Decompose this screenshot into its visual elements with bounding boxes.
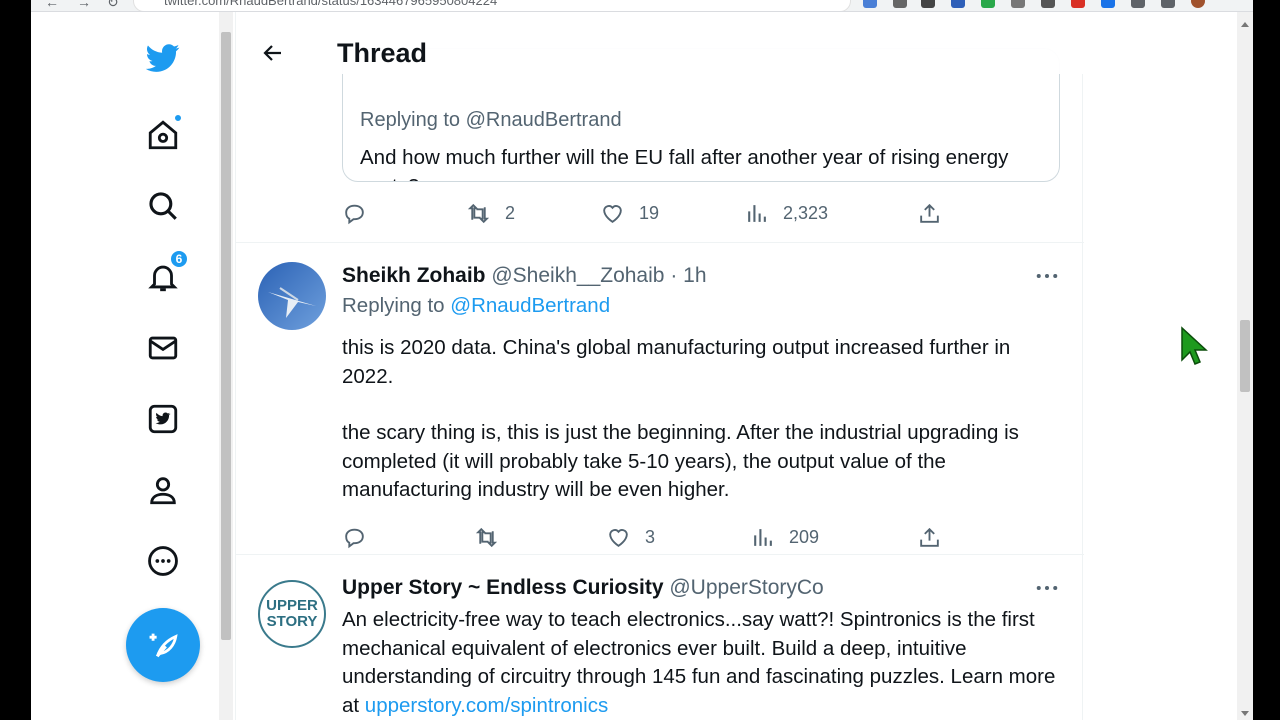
tweet-actions: 3 209 [342, 522, 1062, 552]
more-circle-icon[interactable] [143, 541, 183, 581]
like-count: 19 [639, 202, 660, 223]
replying-to-label: Replying to [342, 294, 451, 317]
scroll-up-icon[interactable] [1241, 22, 1249, 27]
sidebar: 6 [31, 12, 219, 720]
back-arrow-icon[interactable] [258, 38, 288, 68]
home-icon[interactable] [143, 113, 183, 155]
tweet-time[interactable]: · 1h [670, 264, 706, 287]
retweet-button[interactable]: 2 [466, 198, 515, 228]
like-count: 3 [645, 526, 656, 547]
reply-button[interactable] [342, 198, 381, 228]
reply-icon [345, 204, 364, 224]
sidepanel-icon[interactable] [1161, 0, 1175, 8]
quoted-tweet-text: And how much further will the EU fall af… [360, 146, 1009, 181]
tweet-actions: 2 19 2,323 [342, 198, 1062, 228]
back-nav-icon[interactable]: ← [45, 0, 59, 10]
author-name[interactable]: Sheikh Zohaib [342, 264, 486, 287]
extension-icon[interactable] [1071, 0, 1085, 8]
tweet-text: An electricity-free way to teach electro… [342, 606, 1062, 720]
author-handle[interactable]: @UpperStoryCo [669, 576, 823, 599]
share-icon [920, 527, 939, 547]
views-button[interactable]: 2,323 [744, 198, 828, 228]
replying-to-handle-link[interactable]: @RnaudBertrand [450, 294, 610, 317]
compose-icon [149, 633, 178, 658]
extension-icon[interactable] [951, 0, 965, 8]
tweet-text-paragraph: the scary thing is, this is just the beg… [342, 421, 1019, 501]
main-column: Thread Replying to @RnaudBertrand And ho… [235, 12, 1084, 720]
page-title: Thread [337, 38, 428, 68]
views-chart-icon [748, 204, 766, 222]
more-options-icon[interactable] [1032, 264, 1062, 288]
browser-window: ← → ↻ twitter.com/RnaudBertrand/status/1… [31, 0, 1253, 720]
address-bar[interactable]: twitter.com/RnaudBertrand/status/1634467… [133, 0, 851, 11]
profile-icon[interactable] [143, 470, 183, 510]
extension-icon[interactable] [1011, 0, 1025, 8]
reload-icon[interactable]: ↻ [107, 0, 119, 11]
tweet-upper-story[interactable]: UPPER STORY Upper Story ~ Endless Curios… [236, 554, 1084, 720]
retweet-icon [467, 203, 490, 223]
scrollbar-thumb[interactable] [1240, 320, 1250, 392]
share-icon [920, 203, 939, 223]
replying-to: Replying to @RnaudBertrand [342, 294, 610, 318]
author-name[interactable]: Upper Story ~ Endless Curiosity [342, 576, 664, 599]
heart-icon [603, 204, 622, 223]
twitter-logo-icon[interactable] [143, 38, 183, 78]
author-handle[interactable]: @Sheikh__Zohaib [491, 264, 664, 287]
bell-icon[interactable]: 6 [143, 249, 189, 297]
notification-count-badge: 6 [169, 249, 189, 269]
views-chart-icon [754, 528, 772, 546]
avatar-logo-text: STORY [266, 613, 318, 630]
tweet-link[interactable]: upperstory.com/spintronics [365, 694, 608, 717]
extension-icon[interactable] [921, 0, 935, 8]
share-button[interactable] [917, 198, 956, 228]
mail-icon[interactable] [143, 328, 183, 368]
extension-icon[interactable] [1041, 0, 1055, 8]
scroll-down-icon[interactable] [1241, 711, 1249, 716]
avatar-logo-text: UPPER [266, 597, 318, 614]
view-count: 209 [789, 526, 820, 547]
compose-tweet-button[interactable] [126, 608, 200, 682]
view-count: 2,323 [783, 202, 829, 223]
heart-icon [609, 528, 628, 547]
retweet-icon [475, 527, 498, 547]
extension-icon[interactable] [893, 0, 907, 8]
extension-icon[interactable] [981, 0, 995, 8]
twitter-blue-icon[interactable] [143, 399, 183, 439]
tweet-text-paragraph: this is 2020 data. China's global manufa… [342, 336, 1011, 388]
tweet-sheikh-zohaib[interactable]: Sheikh Zohaib @Sheikh__Zohaib · 1h Reply… [236, 242, 1084, 554]
sidebar-scrollbar[interactable] [219, 12, 233, 720]
puzzle-icon[interactable] [1131, 0, 1145, 8]
mouse-cursor-icon [1181, 326, 1208, 365]
thread-header: Thread [236, 12, 1084, 74]
page-scrollbar[interactable] [1237, 12, 1253, 720]
unread-dot [173, 113, 183, 123]
like-button[interactable]: 19 [600, 198, 659, 228]
retweet-button[interactable] [474, 522, 513, 552]
avatar[interactable] [258, 262, 326, 330]
reply-icon [345, 528, 364, 548]
retweet-count: 2 [505, 202, 516, 223]
avatar[interactable]: UPPER STORY [258, 580, 326, 648]
extension-icon[interactable] [863, 0, 877, 8]
like-button[interactable]: 3 [606, 522, 655, 552]
tweet-author-line: Sheikh Zohaib @Sheikh__Zohaib · 1h [342, 264, 707, 288]
tweet-author-line: Upper Story ~ Endless Curiosity @UpperSt… [342, 576, 824, 600]
share-button[interactable] [917, 522, 956, 552]
reply-button[interactable] [342, 522, 381, 552]
profile-avatar-icon[interactable] [1191, 0, 1205, 8]
search-icon[interactable] [143, 186, 183, 226]
browser-toolbar: ← → ↻ twitter.com/RnaudBertrand/status/1… [31, 0, 1253, 12]
more-options-icon[interactable] [1032, 576, 1062, 600]
extension-icon[interactable] [1101, 0, 1115, 8]
views-button[interactable]: 209 [750, 522, 819, 552]
quoted-replying-to: Replying to @RnaudBertrand [360, 109, 622, 131]
forward-nav-icon[interactable]: → [77, 0, 91, 10]
